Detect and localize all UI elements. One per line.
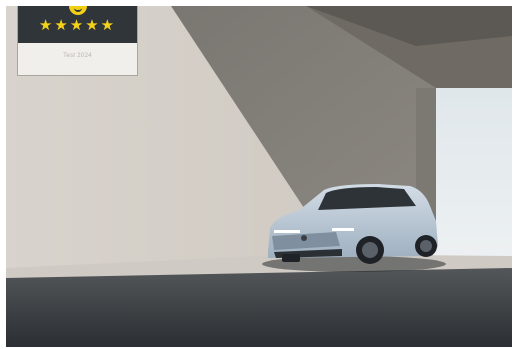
badge-header: ★★★★★ — [18, 6, 137, 43]
safety-rating-badge: ★★★★★ Test 2024 — [17, 6, 138, 76]
badge-caption: Test 2024 — [63, 53, 92, 59]
rating-logo-icon — [68, 6, 87, 15]
floor — [6, 266, 512, 347]
star-rating: ★★★★★ — [18, 18, 137, 33]
star-icon: ★★★★★ — [38, 17, 117, 34]
hero-photo: ★★★★★ Test 2024 — [6, 6, 512, 347]
